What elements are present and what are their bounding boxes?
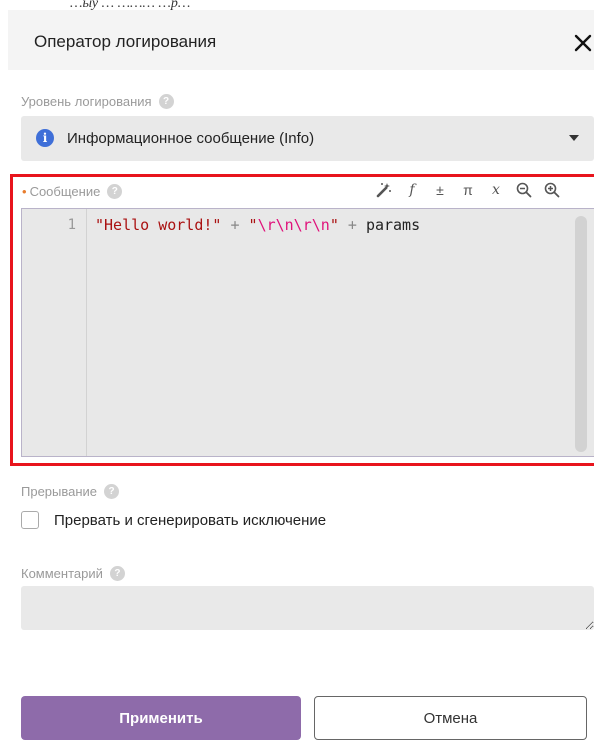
- editor-gutter: 1: [22, 209, 87, 456]
- comment-label-text: Комментарий: [21, 566, 103, 581]
- interrupt-checkbox-row[interactable]: Прервать и сгенерировать исключение: [21, 511, 326, 529]
- plus-minus-button[interactable]: ±: [428, 179, 452, 201]
- help-icon[interactable]: ?: [109, 566, 125, 581]
- pi-button[interactable]: π: [456, 179, 480, 201]
- zoom-out-icon: [516, 182, 532, 198]
- caret-down-icon: [569, 135, 579, 141]
- code-token-string: "Hello world!": [95, 216, 222, 234]
- dialog-header: Оператор логирования: [8, 10, 594, 70]
- log-level-label-text: Уровень логирования: [21, 94, 152, 109]
- help-icon[interactable]: ?: [107, 184, 123, 199]
- close-icon: [574, 34, 592, 52]
- magic-wand-button[interactable]: [372, 179, 396, 201]
- message-label: • Сообщение ?: [22, 184, 123, 199]
- required-marker: •: [22, 184, 27, 199]
- interrupt-checkbox-label[interactable]: Прервать и сгенерировать исключение: [54, 512, 326, 529]
- message-code-editor[interactable]: 1 "Hello world!" + "\r\n\r\n" + params: [21, 208, 594, 457]
- code-token-quote: ": [329, 216, 339, 234]
- dialog-title: Оператор логирования: [34, 32, 217, 51]
- comment-label: Комментарий ?: [21, 566, 125, 581]
- code-token-identifier: params: [365, 216, 421, 234]
- code-token-operator: +: [338, 216, 366, 234]
- code-line[interactable]: "Hello world!" + "\r\n\r\n" + params: [95, 216, 420, 234]
- line-number: 1: [67, 217, 76, 233]
- message-label-text: Сообщение: [29, 184, 101, 199]
- interrupt-label-text: Прерывание: [21, 484, 98, 499]
- info-icon: i: [36, 129, 54, 147]
- code-token-escapes: \r\n\r\n: [257, 216, 330, 234]
- log-level-label: Уровень логирования ?: [21, 94, 174, 109]
- magic-wand-icon: [376, 183, 391, 198]
- interrupt-label: Прерывание ?: [21, 484, 120, 499]
- code-token-quote: ": [248, 216, 258, 234]
- log-level-select[interactable]: i Информационное сообщение (Info): [21, 116, 594, 161]
- editor-scrollbar[interactable]: [575, 216, 587, 452]
- zoom-out-button[interactable]: [512, 179, 536, 201]
- log-level-selected-value: Информационное сообщение (Info): [67, 130, 315, 147]
- variable-button[interactable]: x: [484, 179, 508, 201]
- help-icon[interactable]: ?: [104, 484, 120, 499]
- cancel-button[interactable]: Отмена: [314, 696, 587, 740]
- zoom-in-icon: [544, 182, 560, 198]
- editor-toolbar: f ± π x: [372, 178, 568, 202]
- interrupt-checkbox[interactable]: [21, 511, 39, 529]
- code-token-operator: +: [221, 216, 249, 234]
- help-icon[interactable]: ?: [158, 94, 174, 109]
- close-button[interactable]: [574, 34, 592, 52]
- apply-button[interactable]: Применить: [21, 696, 301, 740]
- zoom-in-button[interactable]: [540, 179, 564, 201]
- function-button[interactable]: f: [400, 179, 424, 201]
- comment-input[interactable]: [21, 586, 594, 630]
